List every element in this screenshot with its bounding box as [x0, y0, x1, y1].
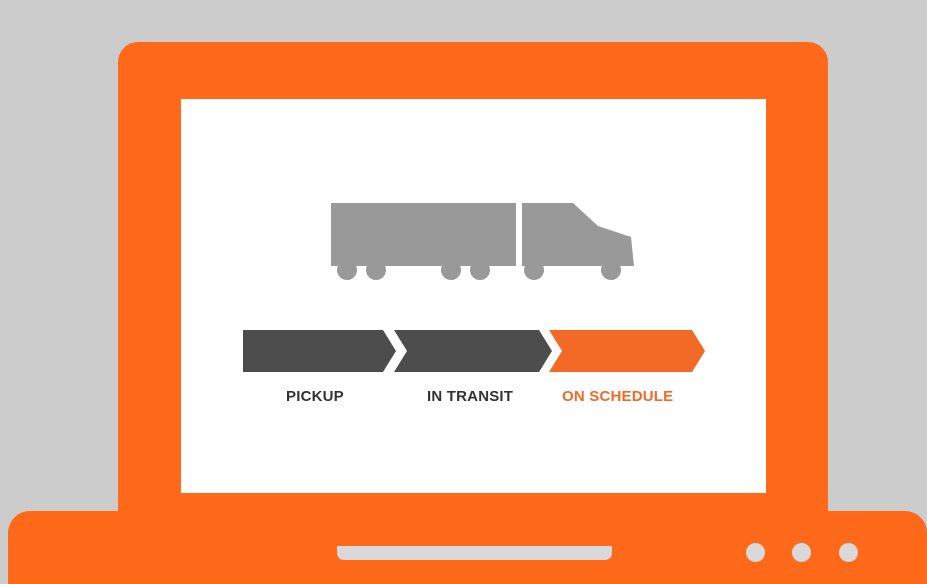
step-arrow-in-transit — [394, 330, 552, 372]
indicator-light — [746, 543, 765, 562]
step-label-on-schedule: ON SCHEDULE — [562, 388, 674, 405]
semi-truck-icon — [331, 203, 634, 280]
laptop-screen — [181, 99, 766, 493]
step-label-pickup: PICKUP — [286, 388, 344, 405]
laptop-illustration: PICKUP IN TRANSIT ON SCHEDULE — [0, 0, 927, 584]
base-slot — [337, 546, 612, 560]
shipment-progress-bar — [243, 330, 705, 372]
indicator-light — [792, 543, 811, 562]
step-arrow-pickup — [243, 330, 396, 372]
step-arrow-on-schedule — [549, 330, 705, 372]
indicator-light — [839, 543, 858, 562]
step-label-in-transit: IN TRANSIT — [427, 388, 514, 405]
